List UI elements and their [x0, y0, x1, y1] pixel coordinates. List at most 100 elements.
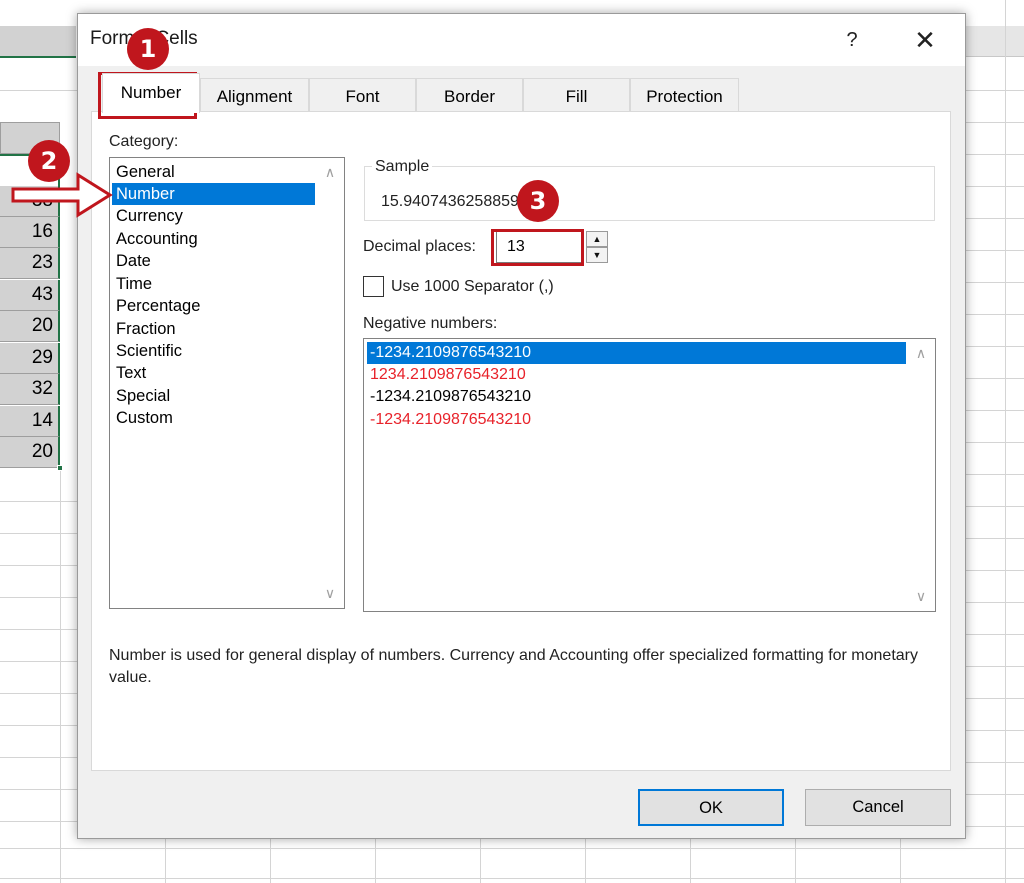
gridline: [966, 410, 1024, 411]
category-item-custom[interactable]: Custom: [112, 407, 315, 429]
scroll-down-icon[interactable]: ∨: [910, 585, 932, 607]
data-cell[interactable]: 14: [0, 406, 60, 437]
selection-border: [0, 56, 76, 58]
category-item-number[interactable]: Number: [112, 183, 315, 205]
negative-numbers-label: Negative numbers:: [363, 315, 498, 332]
tab-protection[interactable]: Protection: [630, 78, 739, 111]
category-item-general[interactable]: General: [112, 161, 315, 183]
gridline: [966, 474, 1024, 475]
gridline: [966, 634, 1024, 635]
gridline: [1005, 0, 1006, 883]
data-cell[interactable]: 32: [0, 374, 60, 405]
gridline: [0, 789, 77, 790]
category-item-percentage[interactable]: Percentage: [112, 295, 315, 317]
step-badge-3: 3: [517, 180, 559, 222]
gridline: [480, 839, 481, 883]
gridline: [795, 839, 796, 883]
gridline: [0, 757, 77, 758]
category-item-text[interactable]: Text: [112, 362, 315, 384]
scroll-up-icon[interactable]: ∧: [319, 161, 341, 183]
gridline: [966, 314, 1024, 315]
negative-format-item[interactable]: -1234.2109876543210: [367, 386, 906, 408]
negative-format-item[interactable]: -1234.2109876543210: [367, 409, 906, 431]
gridline: [585, 839, 586, 883]
gridline: [966, 90, 1024, 91]
thousand-separator-checkbox[interactable]: [363, 276, 384, 297]
category-item-special[interactable]: Special: [112, 385, 315, 407]
sample-group: 15.9407436258859: [364, 166, 935, 221]
format-cells-dialog: Format Cells ? ✕ Number Alignment Font B…: [77, 13, 966, 839]
category-item-accounting[interactable]: Accounting: [112, 228, 315, 250]
column-header[interactable]: [0, 26, 76, 57]
gridline: [0, 565, 77, 566]
gridline: [966, 826, 1024, 827]
gridline: [690, 839, 691, 883]
close-icon[interactable]: ✕: [900, 20, 950, 60]
category-item-scientific[interactable]: Scientific: [112, 340, 315, 362]
category-description: Number is used for general display of nu…: [109, 647, 918, 686]
gridline: [966, 442, 1024, 443]
scroll-up-icon[interactable]: ∧: [910, 342, 932, 364]
data-cell[interactable]: 20: [0, 437, 60, 468]
gridline: [900, 839, 901, 883]
gridline: [966, 538, 1024, 539]
gridline: [0, 533, 77, 534]
data-cell[interactable]: 43: [0, 280, 60, 311]
tab-number[interactable]: Number: [102, 73, 200, 113]
gridline: [966, 218, 1024, 219]
spin-up-icon[interactable]: ▲: [586, 231, 608, 247]
scroll-down-icon[interactable]: ∨: [319, 582, 341, 604]
data-cell[interactable]: 20: [0, 311, 60, 342]
category-list[interactable]: General Number Currency Accounting Date …: [109, 157, 345, 609]
data-cell[interactable]: 23: [0, 248, 60, 279]
gridline: [0, 90, 77, 91]
help-icon[interactable]: ?: [832, 20, 872, 60]
tab-alignment[interactable]: Alignment: [200, 78, 309, 111]
negative-format-item[interactable]: 1234.2109876543210: [367, 364, 906, 386]
gridline: [0, 821, 77, 822]
gridline: [0, 597, 77, 598]
gridline: [0, 661, 77, 662]
tab-fill[interactable]: Fill: [523, 78, 630, 111]
data-cell[interactable]: 29: [0, 343, 60, 374]
gridline: [966, 154, 1024, 155]
category-label: Category:: [109, 133, 179, 150]
gridline: [966, 762, 1024, 763]
gridline: [0, 878, 1024, 879]
column-header-right[interactable]: [966, 26, 1024, 57]
gridline: [966, 506, 1024, 507]
gridline: [966, 794, 1024, 795]
gridline: [270, 839, 271, 883]
tab-border[interactable]: Border: [416, 78, 523, 111]
tab-font[interactable]: Font: [309, 78, 416, 111]
category-item-time[interactable]: Time: [112, 273, 315, 295]
thousand-separator-label[interactable]: Use 1000 Separator (,): [391, 278, 554, 296]
data-cell[interactable]: 16: [0, 217, 60, 248]
gridline: [966, 730, 1024, 731]
gridline: [966, 282, 1024, 283]
gridline: [966, 602, 1024, 603]
negative-format-item[interactable]: -1234.2109876543210: [367, 342, 906, 364]
gridline: [0, 693, 77, 694]
sample-label: Sample: [372, 158, 433, 176]
step-badge-1: 1: [127, 28, 169, 70]
cancel-button[interactable]: Cancel: [805, 789, 951, 826]
gridline: [966, 698, 1024, 699]
spin-down-icon[interactable]: ▼: [586, 247, 608, 263]
ok-button[interactable]: OK: [638, 789, 784, 826]
gridline: [375, 839, 376, 883]
category-item-fraction[interactable]: Fraction: [112, 318, 315, 340]
pointer-arrow-icon: [11, 172, 113, 218]
gridline: [60, 470, 61, 883]
negative-numbers-list[interactable]: -1234.2109876543210 1234.2109876543210 -…: [363, 338, 936, 612]
category-item-currency[interactable]: Currency: [112, 205, 315, 227]
gridline: [165, 839, 166, 883]
gridline: [966, 250, 1024, 251]
gridline: [966, 346, 1024, 347]
gridline: [966, 122, 1024, 123]
decimal-places-label: Decimal places:: [363, 238, 476, 255]
category-item-date[interactable]: Date: [112, 250, 315, 272]
fill-handle[interactable]: [57, 465, 63, 471]
dialog-titlebar[interactable]: Format Cells ? ✕: [78, 14, 965, 66]
gridline: [966, 378, 1024, 379]
